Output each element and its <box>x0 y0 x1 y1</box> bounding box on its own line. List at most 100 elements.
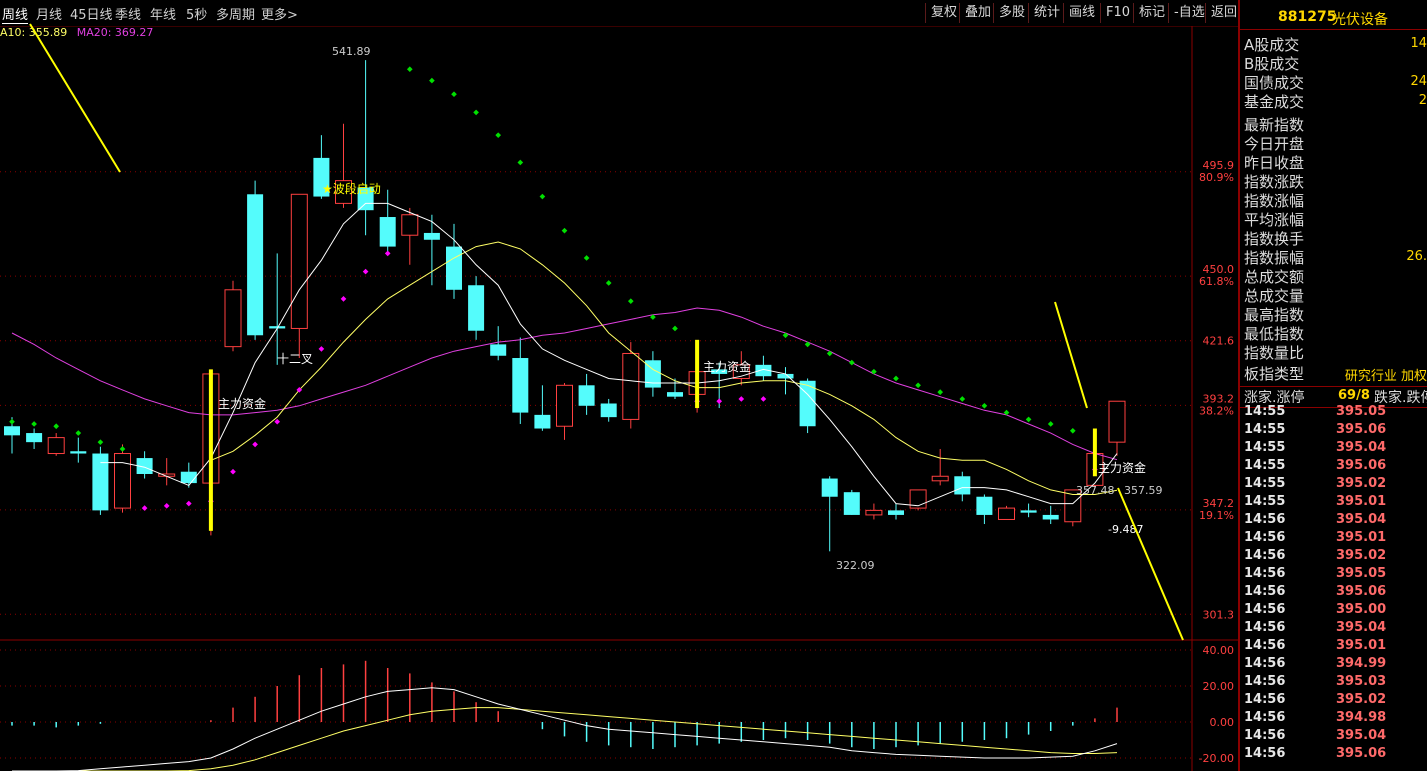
candle-body <box>4 426 20 436</box>
tick-time: 14:56 <box>1244 746 1286 761</box>
sar-dot <box>959 396 966 402</box>
candle-body <box>865 509 883 516</box>
signal-zhuli-2: 主力资金 <box>703 359 751 374</box>
info-row-label: 基金成交 <box>1244 93 1305 111</box>
tick-time: 14:56 <box>1244 692 1286 707</box>
tick-time: 14:56 <box>1244 512 1286 527</box>
sar-dot <box>561 227 568 234</box>
info-row-value: 24 <box>1410 74 1427 89</box>
pct-tick-label: 38.2% <box>1199 404 1234 417</box>
tick-price: 395.03 <box>1336 674 1387 689</box>
sar-dot <box>362 268 369 275</box>
info-row-label: 指数涨幅 <box>1244 192 1305 210</box>
ma-lines <box>11 202 1118 507</box>
tick-time: 14:55 <box>1244 440 1286 455</box>
tick-time: 14:56 <box>1244 710 1286 725</box>
index-name: 光伏设备 <box>1332 12 1388 28</box>
candle-body <box>1108 400 1126 443</box>
sar-dot <box>230 468 236 475</box>
sar-dot <box>760 396 767 402</box>
sar-dot <box>97 439 104 445</box>
sar-dot <box>1047 421 1054 427</box>
tick-price: 395.04 <box>1336 440 1387 455</box>
info-row-label: A股成交 <box>1244 36 1300 54</box>
tick-price: 395.06 <box>1336 746 1387 761</box>
tick-price: 394.99 <box>1336 656 1387 671</box>
sar-dot <box>1069 427 1076 434</box>
sar-dot <box>274 418 281 425</box>
macd-panel: 40.00 20.00 0.00 -20.00 <box>0 644 1234 771</box>
macd-tick-label: 40.00 <box>1203 644 1235 657</box>
info-row-label: 最高指数 <box>1244 306 1305 324</box>
sar-dot <box>141 505 148 511</box>
info-row-label: 总成交额 <box>1244 268 1305 286</box>
candle-body <box>578 385 595 406</box>
sar-dot <box>627 298 634 304</box>
tick-time: 14:56 <box>1244 584 1286 599</box>
adv-value: 69/8 <box>1338 388 1370 403</box>
candle-body <box>47 437 65 455</box>
pct-tick-label: 80.9% <box>1199 171 1234 184</box>
sar-dot <box>583 255 590 261</box>
info-row-value: 2 <box>1418 93 1427 108</box>
price-tick-label: 421.6 <box>1203 335 1235 348</box>
candle-body <box>600 403 617 418</box>
sar-dot <box>716 398 723 405</box>
info-row-label: 最新指数 <box>1244 116 1305 134</box>
info-panel: 881275 光伏设备 A股成交 14 B股成交 国债成交 24 基金成交 2 最新指数 今日开… <box>1238 0 1427 771</box>
tick-time: 14:56 <box>1244 530 1286 545</box>
signal-zhuli-3: 主力资金 <box>1098 460 1146 475</box>
sar-dot <box>871 368 877 375</box>
info-row-label: 指数量比 <box>1244 344 1305 362</box>
signal-shier: 十二叉 <box>277 352 313 366</box>
sar-dot <box>937 389 944 395</box>
tick-time: 14:56 <box>1244 728 1286 743</box>
last-label-2: 357.59 <box>1124 484 1163 497</box>
sar-dot <box>495 132 502 138</box>
sar-dot <box>75 430 82 436</box>
sar-dot <box>605 280 612 286</box>
candle-body <box>423 232 440 240</box>
sar-dot <box>9 418 15 425</box>
last-label-1: 357.48 <box>1076 484 1115 497</box>
tick-price: 395.02 <box>1336 476 1387 491</box>
sar-dot <box>384 250 391 257</box>
tick-price: 395.05 <box>1336 404 1387 419</box>
kline-chart[interactable]: 40.0020.000.00-20.00 495.980.9%450.061.8… <box>0 0 1238 771</box>
info-row-label: 指数涨跌 <box>1244 173 1305 191</box>
candle-body <box>556 384 573 427</box>
sar-dot <box>429 77 435 84</box>
pct-tick-label: 61.8% <box>1199 275 1234 288</box>
pct-tick-label: 19.1% <box>1199 509 1234 522</box>
info-row-value: 26. <box>1406 249 1427 264</box>
tick-price: 395.01 <box>1336 494 1387 509</box>
macd-tick-label: 0.00 <box>1210 716 1235 729</box>
candle-body <box>401 214 419 236</box>
tick-time: 14:56 <box>1244 638 1286 653</box>
candle-body <box>667 392 683 397</box>
macd-dea-line <box>12 707 1118 771</box>
tick-time: 14:55 <box>1244 422 1286 437</box>
price-axis: 495.980.9%450.061.8%421.6393.238.2%347.2… <box>1199 159 1234 622</box>
candle-body <box>777 373 794 379</box>
candles <box>4 60 1126 552</box>
ma10-line <box>210 241 1118 495</box>
yellow-arrow <box>1054 301 1088 409</box>
info-row-label: 国债成交 <box>1244 74 1305 92</box>
candle-body <box>70 451 87 454</box>
signal-bar <box>1092 428 1097 477</box>
sar-dot <box>517 159 524 166</box>
signal-bodong: ★波段启动 <box>322 181 381 196</box>
candle-body <box>26 433 43 443</box>
candle-body <box>931 475 949 482</box>
tick-time: 14:56 <box>1244 656 1286 671</box>
tick-time: 14:56 <box>1244 620 1286 635</box>
info-header: 881275 光伏设备 <box>1240 3 1427 30</box>
tick-price: 394.98 <box>1336 710 1387 725</box>
tick-time: 14:56 <box>1244 548 1286 563</box>
low-label: 322.09 <box>836 559 875 572</box>
sar-dot <box>738 396 745 402</box>
candle-body <box>888 510 904 515</box>
tick-price: 395.05 <box>1336 566 1387 581</box>
candle-body <box>468 285 485 331</box>
